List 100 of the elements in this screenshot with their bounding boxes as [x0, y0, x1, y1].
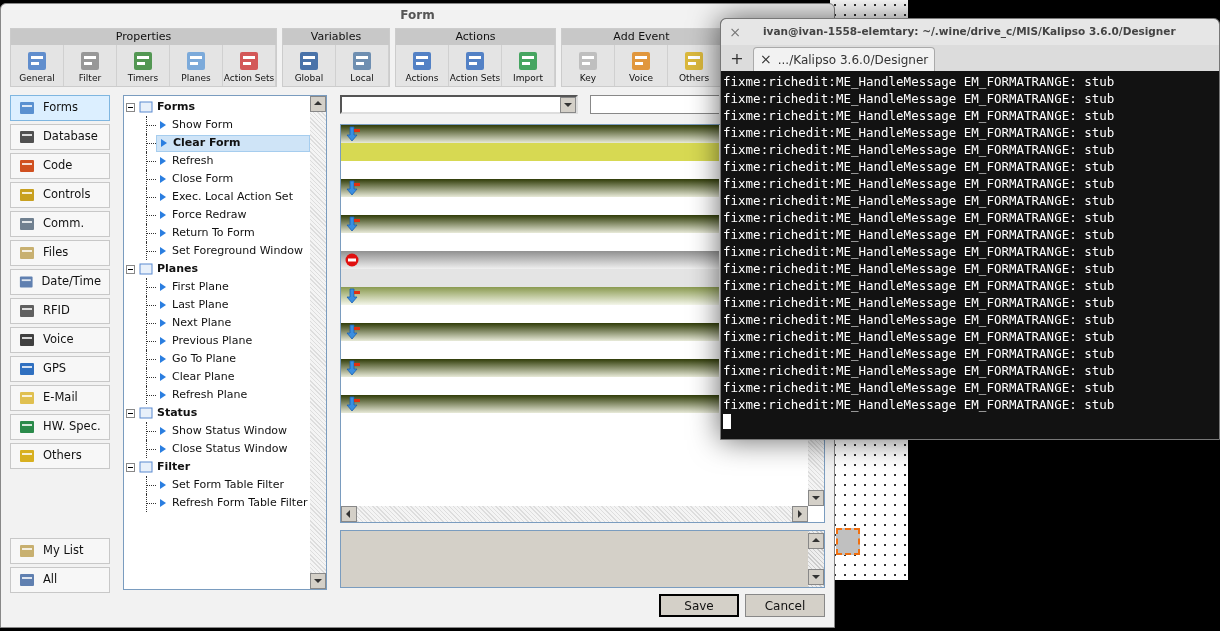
toolbar-button[interactable]: Actions — [396, 45, 449, 86]
collapse-toggle[interactable] — [126, 408, 135, 418]
scroll-arrow-button[interactable] — [309, 573, 326, 589]
tree-item[interactable]: Show Form — [156, 116, 310, 134]
dialog-button[interactable]: Save — [659, 594, 739, 617]
sidebar-item[interactable]: Comm. — [10, 211, 110, 237]
cursor — [723, 414, 731, 429]
dropdown-field[interactable] — [339, 95, 578, 114]
collapse-toggle[interactable] — [126, 264, 135, 274]
play-icon — [160, 427, 166, 435]
tree-item[interactable]: Show Status Window — [156, 422, 310, 440]
toolbar-button[interactable]: Global — [283, 45, 336, 86]
sidebar-item[interactable]: GPS — [10, 356, 110, 382]
tree-item[interactable]: Refresh Form Table Filter — [156, 494, 310, 512]
scroll-arrow-button[interactable] — [808, 569, 824, 585]
vertical-scrollbar[interactable] — [309, 96, 326, 589]
group-title: Properties — [11, 29, 276, 45]
down-arrow-icon — [344, 396, 361, 412]
new-tab-button[interactable]: + — [725, 47, 749, 71]
tree-item[interactable]: First Plane — [156, 278, 310, 296]
toolbar-icon — [411, 49, 433, 72]
terminal-tab[interactable]: × .../Kalipso 3.6.0/Designer — [753, 47, 936, 71]
group-title: Actions — [396, 29, 555, 45]
terminal-line: fixme:richedit:ME_HandleMessage EM_FORMATRANGE: stub — [723, 73, 1116, 90]
scroll-arrow-button[interactable] — [808, 533, 824, 549]
sidebar-item[interactable]: Others — [10, 443, 110, 469]
category-icon — [19, 187, 35, 203]
tree-item[interactable]: Previous Plane — [156, 332, 310, 350]
terminal-line: fixme:richedit:ME_HandleMessage EM_FORMATRANGE: stub — [723, 328, 1116, 345]
play-icon — [160, 355, 166, 363]
tree-group-label[interactable]: Status — [157, 404, 198, 422]
play-icon — [160, 481, 166, 489]
tree-item[interactable]: Clear Form — [156, 134, 310, 152]
sidebar-item[interactable]: My List — [10, 538, 110, 564]
scroll-arrow-button[interactable] — [559, 97, 576, 113]
tree-item[interactable]: Force Redraw — [156, 206, 310, 224]
tree-item[interactable]: Return To Form — [156, 224, 310, 242]
sidebar-item[interactable]: Voice — [10, 327, 110, 353]
down-arrow-icon — [344, 324, 361, 340]
sidebar-item[interactable]: Files — [10, 240, 110, 266]
toolbar-button[interactable]: General — [11, 45, 64, 86]
horizontal-scrollbar[interactable] — [340, 506, 808, 522]
tab-close-button[interactable]: × — [760, 49, 772, 70]
tree-item[interactable]: Close Status Window — [156, 440, 310, 458]
sidebar-item[interactable]: Code — [10, 153, 110, 179]
toolbar-button[interactable]: Planes — [170, 45, 223, 86]
scroll-arrow-button[interactable] — [792, 506, 808, 522]
toolbar-icon — [517, 49, 539, 72]
sidebar-item[interactable]: Database — [10, 124, 110, 150]
sidebar-item[interactable]: Date/Time — [10, 269, 110, 295]
down-arrow-icon — [344, 288, 361, 304]
toolbar-button[interactable]: Key — [562, 45, 615, 86]
play-icon — [160, 193, 166, 201]
sidebar-item[interactable]: RFID — [10, 298, 110, 324]
scroll-arrow-button[interactable] — [309, 96, 326, 112]
tree-group-label[interactable]: Planes — [157, 260, 199, 278]
tree-item[interactable]: Exec. Local Action Set — [156, 188, 310, 206]
play-icon — [160, 373, 166, 381]
collapse-toggle[interactable] — [126, 462, 135, 472]
terminal-line: fixme:richedit:ME_HandleMessage EM_FORMATRANGE: stub — [723, 124, 1116, 141]
window-title: Form — [399, 7, 436, 24]
toolbar-button[interactable]: Local — [336, 45, 389, 86]
tree-item[interactable]: Next Plane — [156, 314, 310, 332]
sidebar-item[interactable]: Controls — [10, 182, 110, 208]
tree-item[interactable]: Set Form Table Filter — [156, 476, 310, 494]
sidebar-item[interactable]: E-Mail — [10, 385, 110, 411]
tree-item[interactable]: Go To Plane — [156, 350, 310, 368]
tree-item[interactable]: Clear Plane — [156, 368, 310, 386]
vertical-scrollbar[interactable] — [808, 531, 824, 587]
group-title: Add Event — [562, 29, 721, 45]
category-icon — [19, 361, 35, 377]
scroll-arrow-button[interactable] — [808, 490, 824, 506]
tree-item[interactable]: Close Form — [156, 170, 310, 188]
toolbar-icon — [464, 49, 486, 72]
toolbar-button[interactable]: Voice — [615, 45, 668, 86]
toolbar-button[interactable]: Action Sets — [449, 45, 502, 86]
dialog-button[interactable]: Cancel — [745, 594, 825, 617]
category-icon — [19, 100, 35, 116]
sidebar-item[interactable]: HW. Spec. — [10, 414, 110, 440]
sidebar-item[interactable]: All — [10, 567, 110, 593]
toolbar-button[interactable]: Import — [502, 45, 555, 86]
collapse-toggle[interactable] — [126, 102, 135, 112]
scroll-arrow-button[interactable] — [340, 506, 357, 522]
tree-item[interactable]: Set Foreground Window — [156, 242, 310, 260]
sidebar-item[interactable]: Forms — [10, 95, 110, 121]
category-icon — [19, 129, 35, 145]
close-button[interactable]: × — [729, 21, 741, 43]
tree-group-label[interactable]: Forms — [157, 98, 196, 116]
tree-item[interactable]: Refresh Plane — [156, 386, 310, 404]
text-field[interactable] — [589, 95, 719, 114]
category-icon — [19, 419, 35, 435]
tree-item[interactable]: Refresh — [156, 152, 310, 170]
play-icon — [160, 301, 166, 309]
terminal-line: fixme:richedit:ME_HandleMessage EM_FORMATRANGE: stub — [723, 362, 1116, 379]
tree-item[interactable]: Last Plane — [156, 296, 310, 314]
toolbar-button[interactable]: Filter — [64, 45, 117, 86]
tree-group-label[interactable]: Filter — [157, 458, 191, 476]
toolbar-button[interactable]: Timers — [117, 45, 170, 86]
toolbar-button[interactable]: Action Sets — [223, 45, 276, 86]
category-icon — [19, 303, 35, 319]
